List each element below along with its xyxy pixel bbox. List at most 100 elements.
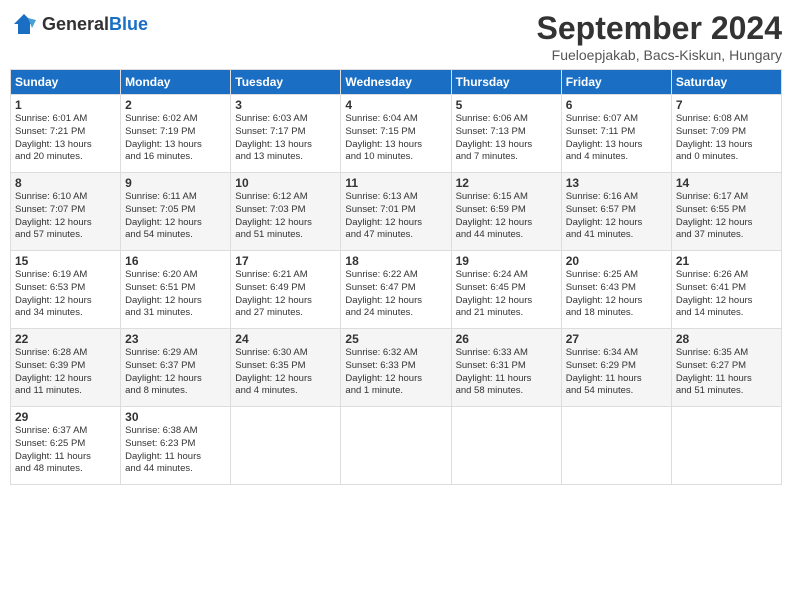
day-number: 12 (456, 176, 557, 190)
cell-line: Daylight: 12 hours (566, 217, 667, 230)
logo-blue: Blue (109, 14, 148, 34)
header-thursday: Thursday (451, 70, 561, 95)
cell-line: Sunset: 6:35 PM (235, 360, 336, 373)
day-number: 1 (15, 98, 116, 112)
cell-line: Sunrise: 6:03 AM (235, 113, 336, 126)
calendar-header-row: SundayMondayTuesdayWednesdayThursdayFrid… (11, 70, 782, 95)
cell-content: Sunrise: 6:37 AMSunset: 6:25 PMDaylight:… (15, 425, 116, 476)
calendar-cell: 2Sunrise: 6:02 AMSunset: 7:19 PMDaylight… (121, 95, 231, 173)
cell-line: and 14 minutes. (676, 307, 777, 320)
calendar-cell: 23Sunrise: 6:29 AMSunset: 6:37 PMDayligh… (121, 329, 231, 407)
header: GeneralBlue September 2024 Fueloepjakab,… (10, 10, 782, 63)
calendar-cell: 17Sunrise: 6:21 AMSunset: 6:49 PMDayligh… (231, 251, 341, 329)
cell-line: Sunrise: 6:11 AM (125, 191, 226, 204)
day-number: 17 (235, 254, 336, 268)
day-number: 19 (456, 254, 557, 268)
cell-content: Sunrise: 6:24 AMSunset: 6:45 PMDaylight:… (456, 269, 557, 320)
calendar-cell: 16Sunrise: 6:20 AMSunset: 6:51 PMDayligh… (121, 251, 231, 329)
cell-line: and 57 minutes. (15, 229, 116, 242)
cell-line: Sunrise: 6:06 AM (456, 113, 557, 126)
cell-line: and 44 minutes. (456, 229, 557, 242)
cell-content: Sunrise: 6:01 AMSunset: 7:21 PMDaylight:… (15, 113, 116, 164)
cell-line: Daylight: 11 hours (15, 451, 116, 464)
cell-line: Sunset: 7:17 PM (235, 126, 336, 139)
cell-line: and 13 minutes. (235, 151, 336, 164)
cell-line: Sunset: 6:33 PM (345, 360, 446, 373)
calendar-cell: 27Sunrise: 6:34 AMSunset: 6:29 PMDayligh… (561, 329, 671, 407)
cell-line: Daylight: 12 hours (235, 217, 336, 230)
cell-line: Sunrise: 6:22 AM (345, 269, 446, 282)
cell-line: Sunset: 6:55 PM (676, 204, 777, 217)
cell-line: and 10 minutes. (345, 151, 446, 164)
cell-line: Sunset: 6:53 PM (15, 282, 116, 295)
cell-line: Daylight: 13 hours (456, 139, 557, 152)
cell-line: Sunset: 6:37 PM (125, 360, 226, 373)
cell-line: Sunrise: 6:33 AM (456, 347, 557, 360)
cell-line: and 34 minutes. (15, 307, 116, 320)
cell-content: Sunrise: 6:19 AMSunset: 6:53 PMDaylight:… (15, 269, 116, 320)
cell-line: Sunset: 6:45 PM (456, 282, 557, 295)
calendar-cell (341, 407, 451, 485)
cell-line: Sunset: 6:59 PM (456, 204, 557, 217)
page-title: September 2024 (537, 10, 782, 47)
day-number: 3 (235, 98, 336, 112)
cell-content: Sunrise: 6:02 AMSunset: 7:19 PMDaylight:… (125, 113, 226, 164)
cell-line: Sunrise: 6:25 AM (566, 269, 667, 282)
cell-content: Sunrise: 6:30 AMSunset: 6:35 PMDaylight:… (235, 347, 336, 398)
cell-line: Sunset: 7:03 PM (235, 204, 336, 217)
calendar-cell: 19Sunrise: 6:24 AMSunset: 6:45 PMDayligh… (451, 251, 561, 329)
calendar-cell: 15Sunrise: 6:19 AMSunset: 6:53 PMDayligh… (11, 251, 121, 329)
cell-line: Daylight: 11 hours (676, 373, 777, 386)
header-sunday: Sunday (11, 70, 121, 95)
cell-line: Sunset: 7:05 PM (125, 204, 226, 217)
cell-content: Sunrise: 6:21 AMSunset: 6:49 PMDaylight:… (235, 269, 336, 320)
cell-content: Sunrise: 6:07 AMSunset: 7:11 PMDaylight:… (566, 113, 667, 164)
day-number: 10 (235, 176, 336, 190)
cell-content: Sunrise: 6:20 AMSunset: 6:51 PMDaylight:… (125, 269, 226, 320)
calendar-cell (451, 407, 561, 485)
calendar-cell: 28Sunrise: 6:35 AMSunset: 6:27 PMDayligh… (671, 329, 781, 407)
cell-line: and 8 minutes. (125, 385, 226, 398)
cell-line: Daylight: 11 hours (125, 451, 226, 464)
cell-line: Sunset: 6:25 PM (15, 438, 116, 451)
cell-line: Sunrise: 6:17 AM (676, 191, 777, 204)
cell-line: Sunrise: 6:16 AM (566, 191, 667, 204)
cell-line: Daylight: 12 hours (456, 295, 557, 308)
calendar-cell: 14Sunrise: 6:17 AMSunset: 6:55 PMDayligh… (671, 173, 781, 251)
day-number: 29 (15, 410, 116, 424)
calendar-cell: 9Sunrise: 6:11 AMSunset: 7:05 PMDaylight… (121, 173, 231, 251)
cell-line: Sunset: 6:47 PM (345, 282, 446, 295)
cell-line: and 51 minutes. (235, 229, 336, 242)
cell-line: and 24 minutes. (345, 307, 446, 320)
cell-content: Sunrise: 6:11 AMSunset: 7:05 PMDaylight:… (125, 191, 226, 242)
calendar-week-1: 1Sunrise: 6:01 AMSunset: 7:21 PMDaylight… (11, 95, 782, 173)
cell-line: and 18 minutes. (566, 307, 667, 320)
day-number: 14 (676, 176, 777, 190)
cell-content: Sunrise: 6:32 AMSunset: 6:33 PMDaylight:… (345, 347, 446, 398)
cell-line: Sunrise: 6:08 AM (676, 113, 777, 126)
cell-content: Sunrise: 6:17 AMSunset: 6:55 PMDaylight:… (676, 191, 777, 242)
cell-line: Sunrise: 6:29 AM (125, 347, 226, 360)
calendar-cell: 25Sunrise: 6:32 AMSunset: 6:33 PMDayligh… (341, 329, 451, 407)
cell-line: Daylight: 12 hours (456, 217, 557, 230)
cell-line: Daylight: 13 hours (676, 139, 777, 152)
logo-icon (10, 10, 38, 38)
calendar-table: SundayMondayTuesdayWednesdayThursdayFrid… (10, 69, 782, 485)
cell-line: Sunset: 7:01 PM (345, 204, 446, 217)
cell-content: Sunrise: 6:25 AMSunset: 6:43 PMDaylight:… (566, 269, 667, 320)
cell-line: Sunset: 6:51 PM (125, 282, 226, 295)
cell-line: Daylight: 12 hours (676, 295, 777, 308)
day-number: 22 (15, 332, 116, 346)
day-number: 9 (125, 176, 226, 190)
cell-line: Sunset: 7:13 PM (456, 126, 557, 139)
cell-line: Sunrise: 6:37 AM (15, 425, 116, 438)
cell-line: and 7 minutes. (456, 151, 557, 164)
day-number: 30 (125, 410, 226, 424)
cell-content: Sunrise: 6:03 AMSunset: 7:17 PMDaylight:… (235, 113, 336, 164)
cell-line: Sunrise: 6:38 AM (125, 425, 226, 438)
day-number: 18 (345, 254, 446, 268)
cell-line: and 1 minute. (345, 385, 446, 398)
day-number: 8 (15, 176, 116, 190)
cell-line: Sunset: 7:09 PM (676, 126, 777, 139)
cell-line: and 47 minutes. (345, 229, 446, 242)
